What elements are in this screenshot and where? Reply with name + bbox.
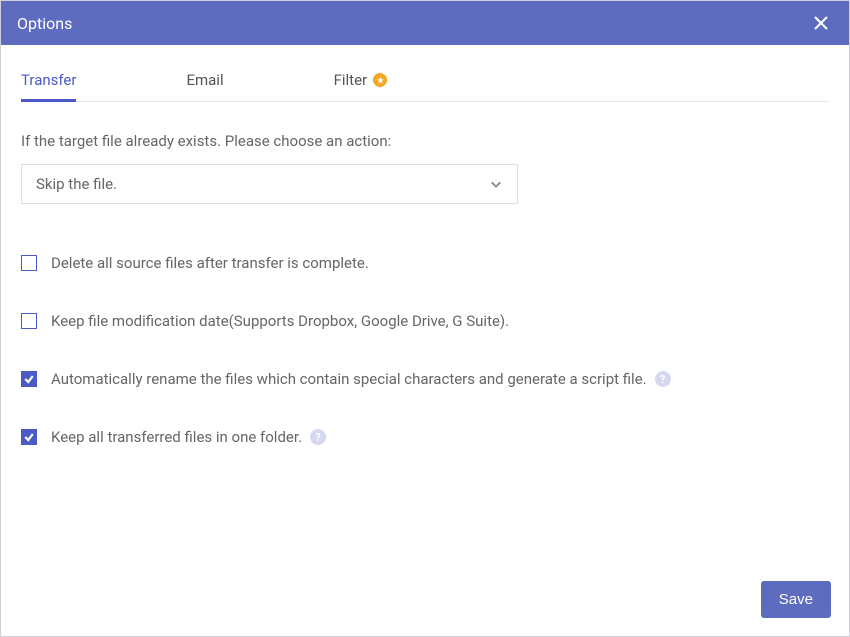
tabs-container: Transfer Email Filter <box>1 45 849 102</box>
star-badge-icon <box>373 73 387 87</box>
checkbox-keep-mod-date[interactable] <box>21 313 37 329</box>
action-prompt: If the target file already exists. Pleas… <box>21 132 829 150</box>
option-auto-rename: Automatically rename the files which con… <box>21 370 829 388</box>
dialog-header: Options <box>1 1 849 45</box>
option-keep-mod-date: Keep file modification date(Supports Dro… <box>21 312 829 330</box>
tabs: Transfer Email Filter <box>21 59 829 102</box>
action-select[interactable]: Skip the file. <box>21 164 518 204</box>
save-button[interactable]: Save <box>761 581 831 618</box>
tab-transfer[interactable]: Transfer <box>21 59 76 101</box>
options-dialog: Options Transfer Email Filter If the tar… <box>0 0 850 637</box>
option-text: Delete all source files after transfer i… <box>51 254 369 272</box>
tab-label: Email <box>186 71 223 89</box>
dialog-title: Options <box>17 14 72 33</box>
tab-content-transfer: If the target file already exists. Pleas… <box>1 102 849 636</box>
option-label: Keep all transferred files in one folder… <box>51 428 326 446</box>
help-icon[interactable]: ? <box>310 429 326 445</box>
checkbox-delete-source[interactable] <box>21 255 37 271</box>
close-button[interactable] <box>809 11 833 35</box>
option-text: Automatically rename the files which con… <box>51 370 647 388</box>
action-select-value: Skip the file. <box>36 175 489 193</box>
tab-filter[interactable]: Filter <box>334 59 388 101</box>
checkbox-auto-rename[interactable] <box>21 371 37 387</box>
option-label: Keep file modification date(Supports Dro… <box>51 312 509 330</box>
option-text: Keep all transferred files in one folder… <box>51 428 302 446</box>
dialog-footer: Save <box>761 581 831 618</box>
tab-label: Filter <box>334 71 368 89</box>
tab-email[interactable]: Email <box>186 59 223 101</box>
option-delete-source: Delete all source files after transfer i… <box>21 254 829 272</box>
close-icon <box>813 15 829 31</box>
option-text: Keep file modification date(Supports Dro… <box>51 312 509 330</box>
option-one-folder: Keep all transferred files in one folder… <box>21 428 829 446</box>
tab-label: Transfer <box>21 71 76 89</box>
chevron-down-icon <box>489 177 503 191</box>
option-label: Delete all source files after transfer i… <box>51 254 369 272</box>
option-label: Automatically rename the files which con… <box>51 370 671 388</box>
checkbox-one-folder[interactable] <box>21 429 37 445</box>
help-icon[interactable]: ? <box>655 371 671 387</box>
